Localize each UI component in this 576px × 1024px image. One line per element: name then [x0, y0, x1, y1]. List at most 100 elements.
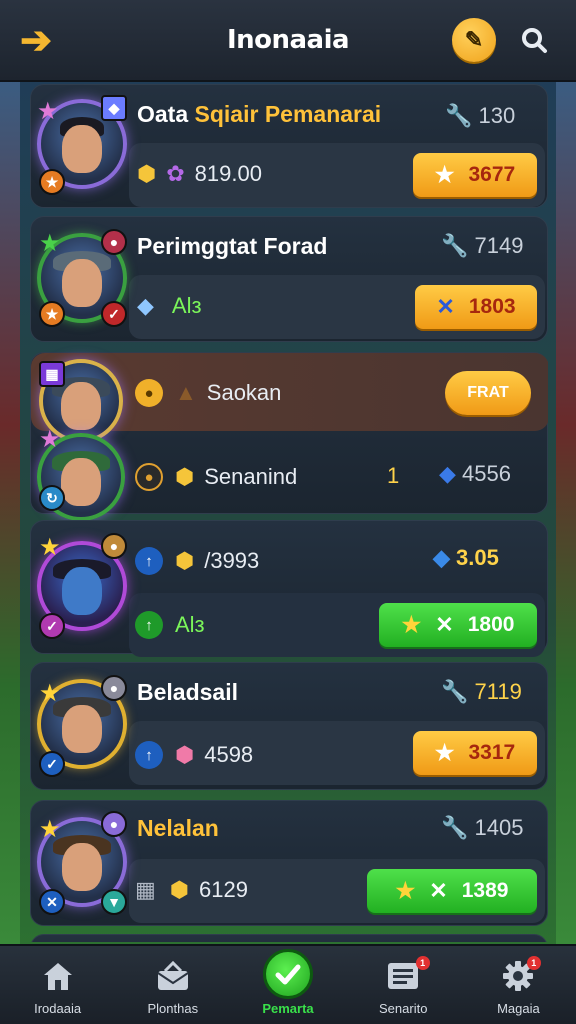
rank-badge-icon: ★ — [39, 301, 65, 327]
close-icon: ✕ — [435, 612, 454, 637]
star-icon: ★ — [39, 816, 61, 843]
star-icon: ★ — [395, 878, 416, 903]
notification-badge: 1 — [526, 956, 541, 970]
gem-icon: ◆ — [101, 95, 127, 121]
list-item[interactable]: ▦ ● ▲ Saokan FRAT ★ ↻ ● ⬢ Senanind 1 ◆ 4… — [30, 352, 548, 521]
wrench-icon: 🔧 — [445, 103, 473, 128]
gold-gem-icon: ⬢ — [175, 464, 195, 489]
tool-icon: ▦ — [135, 877, 156, 902]
rank-badge-icon: ✓ — [39, 613, 65, 639]
rank-badge-icon: ✓ — [101, 301, 127, 327]
wrench-icon: 🔧 — [441, 679, 469, 704]
star-icon: ★ — [39, 230, 61, 257]
crystal-icon: ◆ — [137, 293, 154, 318]
nav-item-active[interactable]: Pemarta — [230, 946, 345, 1024]
wrench-icon: 🔧 — [441, 815, 469, 840]
inbox-icon — [153, 957, 193, 995]
coin-icon: ● — [135, 463, 163, 491]
player-stat: 🔧 7119 — [441, 679, 522, 704]
pencil-icon: ✎ — [464, 27, 484, 52]
star-icon: ★ — [39, 534, 61, 561]
list-item[interactable] — [30, 934, 548, 942]
card-icon: ▦ — [39, 361, 65, 387]
star-icon: ★ — [401, 612, 422, 637]
action-button[interactable]: FRAT — [445, 371, 531, 415]
back-button[interactable]: ➔ — [14, 19, 58, 62]
bottom-navigation: Irodaaia Plonthas Pemarta 1 Senarito 1 M… — [0, 944, 576, 1024]
player-stat: 🔧 7149 — [441, 233, 524, 258]
search-icon — [522, 28, 547, 53]
helmet-icon: ▲ — [175, 380, 197, 405]
player-value: ● ▲ Saokan — [135, 379, 281, 407]
player-stat: ◆ 3.05 — [433, 545, 499, 570]
gold-gem-icon: ⬢ — [169, 877, 190, 902]
player-stat: 🔧 1405 — [441, 815, 524, 840]
player-value: ● ⬢ Senanind — [135, 463, 297, 491]
list-item[interactable]: ★ ● ✕ ▼ Nelalan 🔧 1405 ▦ ⬢ 6129 ★ ✕ 1389 — [30, 800, 548, 926]
upgrade-button[interactable]: ★ ✕ 1800 — [379, 603, 537, 647]
list-item[interactable]: ★ ★ ✓ ● Perimggtat Forad 🔧 7149 ◆ Alз ✕ … — [30, 216, 548, 342]
arrow-up-icon: ↑ — [135, 547, 163, 575]
player-stat: ◆ 4556 — [439, 461, 511, 486]
edit-button[interactable]: ✎ — [452, 18, 496, 62]
list-item[interactable]: ★ ● ✓ ↑ ⬢ /3993 ◆ 3.05 ↑ Alз ★ ✕ 1800 — [30, 520, 548, 657]
rank-badge-icon: ▼ — [101, 889, 127, 915]
player-value: ⬢ ✿ 819.00 — [137, 161, 262, 186]
ball-icon: ● — [101, 533, 127, 559]
arrow-up-icon: ↑ — [135, 741, 163, 769]
arrow-up-icon: ↑ — [135, 611, 163, 639]
star-icon: ★ — [39, 426, 61, 453]
shield-icon: ◆ — [433, 545, 450, 570]
star-icon: ★ — [37, 98, 59, 125]
upgrade-button[interactable]: ✕ 1803 — [415, 285, 537, 329]
rank-badge-icon: ★ — [39, 169, 65, 195]
ball-icon: ● — [101, 675, 127, 701]
player-value: ▦ ⬢ 6129 — [135, 877, 248, 902]
list-item[interactable]: ★ ★ ◆ Oata Sqiair Pemanarai 🔧 130 ⬢ ✿ 81… — [30, 84, 548, 208]
player-name: Perimggtat Forad — [137, 233, 328, 259]
player-stat: 🔧 130 — [445, 103, 516, 128]
rank-badge-icon: ✕ — [39, 889, 65, 915]
player-value: ↑ ⬢ 4598 — [135, 741, 253, 769]
top-bar: ➔ Inonaaia ✎ — [0, 0, 576, 82]
close-icon: ✕ — [429, 878, 448, 903]
wrench-icon: 🔧 — [441, 233, 469, 258]
notification-badge: 1 — [415, 956, 430, 970]
nav-item-home[interactable]: Irodaaia — [0, 946, 115, 1024]
upgrade-button[interactable]: ★ 3677 — [413, 153, 537, 197]
pink-gem-icon: ⬢ — [175, 742, 195, 767]
nav-item-list[interactable]: 1 Senarito — [346, 946, 461, 1024]
stadium-background-left — [0, 80, 20, 944]
page-title: Inonaaia — [226, 25, 350, 55]
upgrade-button[interactable]: ★ ✕ 1389 — [367, 869, 537, 913]
shield-icon: ◆ — [439, 461, 456, 486]
search-button[interactable] — [514, 20, 554, 60]
coin-icon: ● — [135, 379, 163, 407]
ball-icon: ● — [101, 811, 127, 837]
player-name: Beladsail — [137, 679, 238, 705]
feather-icon: ✿ — [166, 161, 185, 186]
player-value: ↑ ⬢ /3993 — [135, 547, 259, 575]
nav-item-settings[interactable]: 1 Magaia — [461, 946, 576, 1024]
rank-badge-icon: ↻ — [39, 485, 65, 511]
player-level: 1 — [387, 463, 400, 488]
check-icon — [263, 949, 313, 999]
player-value: ↑ Alз — [135, 611, 205, 639]
star-icon: ★ — [434, 162, 455, 187]
upgrade-button[interactable]: ★ 3317 — [413, 731, 537, 775]
player-value: ◆ Alз — [137, 293, 202, 318]
gold-gem-icon: ⬢ — [137, 161, 157, 186]
stadium-background-right — [556, 80, 576, 944]
player-list: ★ ★ ◆ Oata Sqiair Pemanarai 🔧 130 ⬢ ✿ 81… — [30, 84, 548, 942]
home-icon — [38, 957, 78, 995]
list-item[interactable]: ★ ● ✓ Beladsail 🔧 7119 ↑ ⬢ 4598 ★ 3317 — [30, 662, 548, 790]
close-icon: ✕ — [436, 294, 455, 319]
gold-gem-icon: ⬢ — [175, 548, 195, 573]
player-name: Oata Sqiair Pemanarai — [137, 101, 382, 127]
nav-item-inbox[interactable]: Plonthas — [115, 946, 230, 1024]
star-icon: ★ — [39, 680, 61, 707]
star-icon: ★ — [434, 740, 455, 765]
player-name: Nelalan — [137, 815, 219, 841]
arrow-left-icon: ➔ — [20, 19, 52, 62]
ball-icon: ● — [101, 229, 127, 255]
